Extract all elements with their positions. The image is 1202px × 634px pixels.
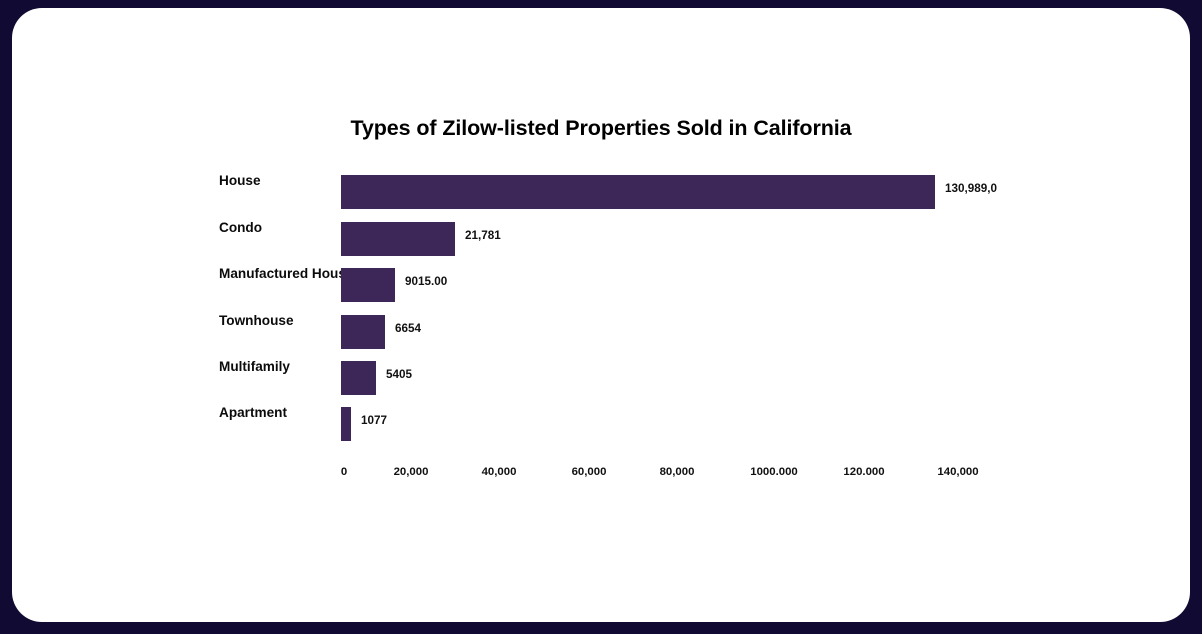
x-tick-label: 1000.000 bbox=[750, 466, 798, 478]
bar bbox=[341, 407, 351, 441]
x-tick-label: 120.000 bbox=[843, 466, 885, 478]
bar bbox=[341, 361, 376, 395]
bar-row: Condo 21,781 bbox=[12, 220, 1190, 256]
bar-row: Apartment 1077 bbox=[12, 405, 1190, 441]
bar bbox=[341, 175, 935, 209]
x-tick-label: 40,000 bbox=[481, 466, 517, 478]
bar-row: Manufactured House 9015.00 bbox=[12, 266, 1190, 302]
bar-value-label: 6654 bbox=[395, 322, 422, 335]
bar bbox=[341, 268, 395, 302]
bar-value-label: 1077 bbox=[361, 414, 388, 427]
bar bbox=[341, 315, 385, 349]
bar-chart-plot-area: House 130,989,0 Condo 21,781 Manufactured Ho… bbox=[12, 8, 1190, 622]
bar-value-label: 21,781 bbox=[465, 229, 501, 242]
bar-value-label: 9015.00 bbox=[405, 275, 448, 288]
category-label: Apartment bbox=[219, 405, 287, 420]
x-tick-label: 0 bbox=[340, 466, 348, 478]
x-axis-tick-labels: 0 20,000 40,000 60,000 80,000 1000.000 120.000… bbox=[12, 466, 1190, 490]
x-tick-label: 80,000 bbox=[659, 466, 695, 478]
screenshot-frame: Types of Zilow-listed Properties Sold in… bbox=[0, 0, 1202, 634]
bar-row: House 130,989,0 bbox=[12, 173, 1190, 209]
chart-card: Types of Zilow-listed Properties Sold in… bbox=[12, 8, 1190, 622]
bar-row: Townhouse 6654 bbox=[12, 313, 1190, 349]
x-tick-label: 20,000 bbox=[393, 466, 429, 478]
x-tick-label: 140,000 bbox=[937, 466, 979, 478]
bar bbox=[341, 222, 455, 256]
bar-value-label: 130,989,0 bbox=[945, 182, 997, 195]
bar-row: Multifamily 5405 bbox=[12, 359, 1190, 395]
bar-value-label: 5405 bbox=[386, 368, 413, 381]
x-tick-label: 60,000 bbox=[571, 466, 607, 478]
